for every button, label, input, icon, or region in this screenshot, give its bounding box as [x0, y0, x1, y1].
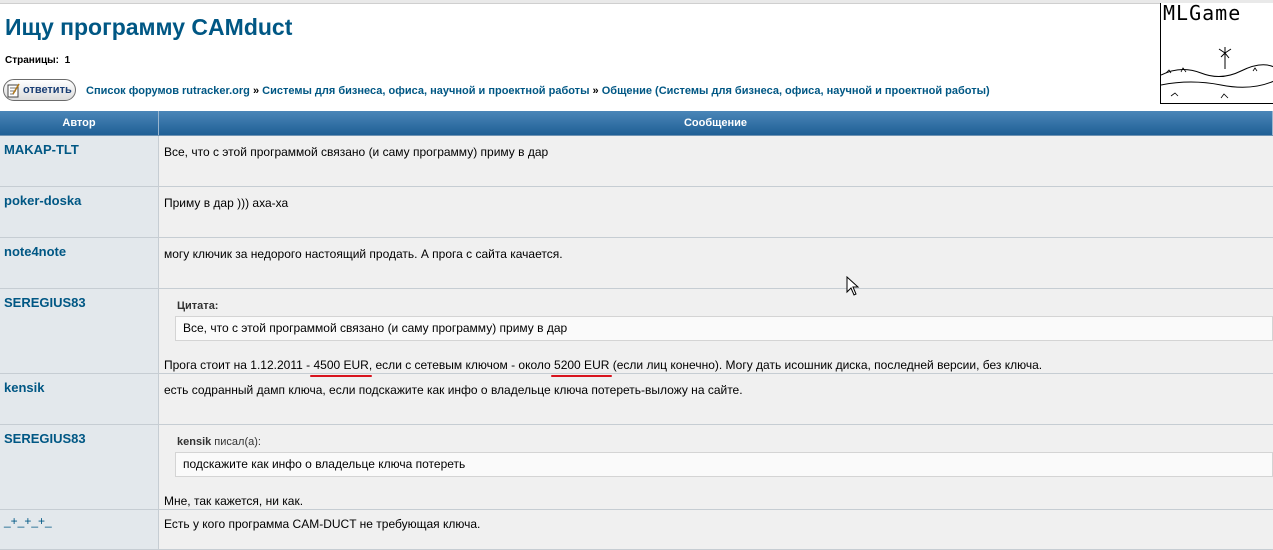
quote-label: kensik писал(а): [177, 436, 1273, 448]
notepad-icon [7, 83, 21, 98]
post-text: могу ключик за недорого настоящий продат… [164, 247, 563, 261]
quote-box: Все, что с этой программой связано (и са… [175, 316, 1273, 341]
page-title[interactable]: Ищу программу CAMduct [5, 14, 292, 41]
post-text: Все, что с этой программой связано (и са… [164, 145, 549, 159]
post-author-cell: note4note [0, 237, 159, 289]
column-header-author: Автор [0, 111, 159, 136]
quote-text: подскажите как инфо о владельце ключа по… [183, 457, 466, 471]
reply-button[interactable]: ответить [3, 79, 76, 101]
post-text-part: Прога стоит на 1.12.2011 - [164, 358, 314, 372]
post-text: Мне, так кажется, ни как. [164, 494, 304, 508]
posts-table: Автор Сообщение MAKAP-TLT Все, что с это… [0, 111, 1273, 550]
post-author-cell: _+_+_+_ [0, 509, 159, 550]
post-text: есть содранный дамп ключа, если подскажи… [164, 383, 743, 397]
post-body: kensik писал(а): подскажите как инфо о в… [158, 424, 1273, 510]
post-body: Приму в дар ))) аха-ха [158, 186, 1273, 238]
post-author-link[interactable]: poker-doska [4, 193, 81, 208]
post-body: Есть у кого программа CAM-DUCT не требую… [158, 509, 1273, 550]
post-author-link[interactable]: _+_+_+_ [4, 514, 52, 528]
column-header-message: Сообщение [158, 111, 1273, 136]
price-highlight: 5200 EUR [554, 358, 610, 372]
breadcrumb-separator: » [252, 85, 260, 97]
post-author-cell: SEREGIUS83 [0, 424, 159, 510]
quote-box: подскажите как инфо о владельце ключа по… [175, 452, 1273, 477]
post-row: SEREGIUS83 Цитата: Все, что с этой прогр… [0, 288, 1273, 374]
post-row: SEREGIUS83 kensik писал(а): подскажите к… [0, 424, 1273, 510]
post-author-cell: SEREGIUS83 [0, 288, 159, 374]
post-text-part: , если с сетевым ключом - около [368, 358, 555, 372]
breadcrumb-forums[interactable]: Список форумов rutracker.org [86, 85, 250, 97]
post-row: _+_+_+_ Есть у кого программа CAM-DUCT н… [0, 509, 1273, 550]
post-text: Прога стоит на 1.12.2011 - 4500 EUR, есл… [164, 358, 1273, 372]
quote-text: Все, что с этой программой связано (и са… [183, 321, 568, 335]
post-author-cell: MAKAP-TLT [0, 135, 159, 187]
price-highlight: 4500 EUR [313, 358, 369, 372]
post-text: Приму в дар ))) аха-ха [164, 196, 289, 210]
post-row: kensik есть содранный дамп ключа, если п… [0, 373, 1273, 425]
breadcrumb-forum[interactable]: Общение (Системы для бизнеса, офиса, нау… [602, 85, 990, 97]
banner-text: MLGame [1163, 3, 1242, 25]
post-author-link[interactable]: kensik [4, 380, 44, 395]
post-author-link[interactable]: MAKAP-TLT [4, 142, 79, 157]
breadcrumb-category[interactable]: Системы для бизнеса, офиса, научной и пр… [262, 85, 589, 97]
quote-author: kensik [177, 436, 212, 448]
top-border [0, 0, 1273, 4]
post-author-link[interactable]: note4note [4, 244, 66, 259]
quote-label: Цитата: [177, 300, 219, 312]
mouse-cursor-icon [846, 276, 860, 296]
post-author-link[interactable]: SEREGIUS83 [4, 295, 86, 310]
pages-value[interactable]: 1 [65, 55, 71, 66]
post-text: Есть у кого программа CAM-DUCT не требую… [164, 517, 481, 531]
post-body: могу ключик за недорого настоящий продат… [158, 237, 1273, 289]
pagination: Страницы: 1 [5, 55, 70, 66]
post-author-cell: poker-doska [0, 186, 159, 238]
post-row: poker-doska Приму в дар ))) аха-ха [0, 186, 1273, 238]
post-body: есть содранный дамп ключа, если подскажи… [158, 373, 1273, 425]
post-text-part: (если лиц конечно). Могу дать исошник ди… [609, 358, 1043, 372]
pages-label: Страницы: [5, 55, 59, 66]
ad-banner[interactable]: MLGame [1160, 3, 1273, 104]
reply-button-label: ответить [23, 84, 72, 96]
post-row: MAKAP-TLT Все, что с этой программой свя… [0, 135, 1273, 187]
breadcrumb-separator: » [592, 85, 599, 97]
post-author-link[interactable]: SEREGIUS83 [4, 431, 86, 446]
breadcrumb: Список форумов rutracker.org » Системы д… [86, 85, 990, 97]
post-body: Цитата: Все, что с этой программой связа… [158, 288, 1273, 374]
post-author-cell: kensik [0, 373, 159, 425]
post-body: Все, что с этой программой связано (и са… [158, 135, 1273, 187]
post-row: note4note могу ключик за недорого настоя… [0, 237, 1273, 289]
quote-wrote: писал(а): [211, 436, 261, 448]
